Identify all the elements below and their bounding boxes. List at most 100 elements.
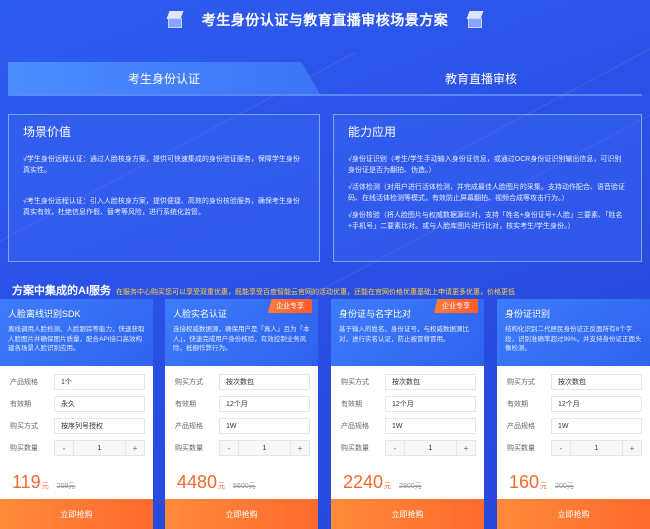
field-value[interactable]: 1W	[219, 418, 310, 434]
product-desc: 基于输入的姓名、身份证号，与权威数据源比对，进行实名认证，防止被冒替冒用。	[339, 326, 469, 343]
section-header: 方案中集成的AI服务 在服务中心购买您可以享受双重优惠，既能享受百度智能云官网的…	[12, 282, 515, 298]
price-unit: 元	[218, 483, 226, 490]
scenario-value-panel: 场景价值 √学生身份远程认证：通过人脸核身方案，提供可快速集成的身份验证服务，保…	[8, 114, 320, 262]
field-label: 购买方式	[10, 423, 38, 430]
product-name: 人脸离线识别SDK	[8, 309, 81, 319]
field-value[interactable]: 1W	[385, 418, 476, 434]
field-value[interactable]: 1个	[54, 374, 145, 390]
minus-button[interactable]: -	[220, 441, 238, 455]
section-subtitle: 在服务中心购买您可以享受双重优惠，既能享受百度智能云官网的活动优惠，还能在官网价…	[116, 289, 515, 296]
capability-panel: 能力应用 √身份证识别（考生/学生手动输入身份证信息，或通过OCR身份证识别输出…	[333, 114, 642, 262]
panel-paragraph: √学生身份远程认证：通过人脸核身方案，提供可快速集成的身份验证服务，保障学生身份…	[23, 156, 300, 174]
product-desc: 结构化识别二代居民身份证正反面所有8个字段，识别准确率超过99%，并支持身份证正…	[505, 326, 642, 352]
card-header: 身份证与名字比对 基于输入的姓名、身份证号，与权威数据源比对，进行实名认证，防止…	[331, 299, 484, 366]
price: 119 元 209元	[12, 472, 75, 493]
field-label: 购买方式	[507, 379, 535, 386]
quantity-value[interactable]: 1	[404, 441, 457, 455]
field-value[interactable]: 按序列号授权	[54, 418, 145, 434]
buy-now-button[interactable]: 立即抢购	[331, 499, 484, 529]
price: 160 元 200元	[509, 472, 574, 493]
field-value[interactable]: 按次数包	[385, 374, 476, 390]
cube-icon	[166, 11, 184, 29]
field-label: 产品规格	[10, 379, 38, 386]
quantity-value[interactable]: 1	[570, 441, 623, 455]
quantity-stepper: - 1 +	[54, 440, 145, 456]
product-desc: 连接权威数据源，确保用户是「真人」且为「本人」，快速完成用户身份核验，有效控制业…	[173, 326, 310, 352]
minus-button[interactable]: -	[552, 441, 570, 455]
panel-paragraph: √考生身份远程认证：引入人脸核身方案，提供便捷、高效的身份核验服务，确保考生身份…	[23, 198, 300, 216]
field-value[interactable]: 按次数包	[551, 374, 642, 390]
quantity-label: 购买数量	[507, 445, 535, 452]
original-price: 2800元	[399, 483, 422, 490]
field-label: 购买方式	[175, 379, 203, 386]
plus-button[interactable]: +	[457, 441, 475, 455]
field-label: 有效期	[341, 401, 362, 408]
enterprise-badge: 企业专享	[434, 299, 478, 313]
field-label: 有效期	[175, 401, 196, 408]
plus-button[interactable]: +	[126, 441, 144, 455]
tab-identity-auth[interactable]: 考生身份认证	[8, 62, 320, 94]
tab-underline	[8, 94, 642, 96]
buy-now-button[interactable]: 立即抢购	[165, 499, 318, 529]
field-label: 产品规格	[175, 423, 203, 430]
field-value[interactable]: 12个月	[219, 396, 310, 412]
quantity-stepper: - 1 +	[551, 440, 642, 456]
price-unit: 元	[384, 483, 392, 490]
product-card-id-ocr: 身份证识别 结构化识别二代居民身份证正反面所有8个字段，识别准确率超过99%，并…	[497, 299, 650, 529]
enterprise-badge: 企业专享	[268, 299, 312, 313]
field-value[interactable]: 永久	[54, 396, 145, 412]
panel-paragraph: √身份证识别（考生/学生手动输入身份证信息，或通过OCR身份证识别输出信息，可识…	[348, 156, 622, 174]
original-price: 5600元	[233, 483, 256, 490]
quantity-label: 购买数量	[10, 445, 38, 452]
product-card-face-realname: 人脸实名认证 连接权威数据源，确保用户是「真人」且为「本人」，快速完成用户身份核…	[165, 299, 318, 529]
current-price: 160	[509, 472, 540, 492]
price: 2240 元 2800元	[343, 472, 422, 493]
card-header: 人脸离线识别SDK 离线调用人脸检测、人脸跟踪等能力，快速获取人脸图片并确保图片…	[0, 299, 153, 366]
price-unit: 元	[540, 483, 548, 490]
field-label: 购买方式	[341, 379, 369, 386]
quantity-value[interactable]: 1	[238, 441, 291, 455]
minus-button[interactable]: -	[386, 441, 404, 455]
buy-now-button[interactable]: 立即抢购	[0, 499, 153, 529]
product-desc: 离线调用人脸检测、人脸跟踪等能力，快速获取人脸图片并确保图片质量，配合API接口…	[8, 326, 145, 352]
quantity-stepper: - 1 +	[385, 440, 476, 456]
buy-now-button[interactable]: 立即抢购	[497, 499, 650, 529]
card-header: 身份证识别 结构化识别二代居民身份证正反面所有8个字段，识别准确率超过99%，并…	[497, 299, 650, 366]
field-value[interactable]: 12个月	[385, 396, 476, 412]
current-price: 119	[12, 472, 41, 492]
current-price: 4480	[177, 472, 218, 492]
panel-paragraph: √身份核验（将人脸图片与权威数据源比对，支持「姓名+身份证号+人脸」三要素、「姓…	[348, 212, 623, 230]
product-card-id-name-match: 身份证与名字比对 基于输入的姓名、身份证号，与权威数据源比对，进行实名认证，防止…	[331, 299, 484, 529]
field-label: 产品规格	[507, 423, 535, 430]
minus-button[interactable]: -	[55, 441, 73, 455]
scenario-tabs: 考生身份认证 教育直播审核	[8, 62, 642, 94]
quantity-value[interactable]: 1	[73, 441, 126, 455]
panel-title: 能力应用	[348, 125, 397, 139]
field-label: 产品规格	[341, 423, 369, 430]
field-value[interactable]: 12个月	[551, 396, 642, 412]
field-label: 有效期	[10, 401, 31, 408]
panel-paragraph: √活体检测（对用户进行活体检测，并完成最佳人脸图片的采集。支持动作配合、语音验证…	[348, 184, 625, 202]
card-header: 人脸实名认证 连接权威数据源，确保用户是「真人」且为「本人」，快速完成用户身份核…	[165, 299, 318, 366]
page-header: 考生身份认证与教育直播审核场景方案	[0, 0, 650, 40]
section-title: 方案中集成的AI服务	[12, 285, 111, 297]
panel-title: 场景价值	[23, 125, 72, 139]
field-value[interactable]: 按次数包	[219, 374, 310, 390]
page-title: 考生身份认证与教育直播审核场景方案	[201, 12, 449, 28]
current-price: 2240	[343, 472, 384, 492]
cube-icon	[466, 11, 484, 29]
plus-button[interactable]: +	[623, 441, 641, 455]
original-price: 200元	[555, 483, 574, 490]
price: 4480 元 5600元	[177, 472, 256, 493]
product-name: 身份证识别	[505, 309, 551, 319]
quantity-stepper: - 1 +	[219, 440, 310, 456]
field-label: 有效期	[507, 401, 528, 408]
plus-button[interactable]: +	[291, 441, 309, 455]
quantity-label: 购买数量	[175, 445, 203, 452]
price-unit: 元	[41, 483, 49, 490]
tab-live-review[interactable]: 教育直播审核	[320, 62, 642, 94]
product-card-face-sdk: 人脸离线识别SDK 离线调用人脸检测、人脸跟踪等能力，快速获取人脸图片并确保图片…	[0, 299, 153, 529]
field-value[interactable]: 1W	[551, 418, 642, 434]
quantity-label: 购买数量	[341, 445, 369, 452]
original-price: 209元	[56, 483, 76, 490]
